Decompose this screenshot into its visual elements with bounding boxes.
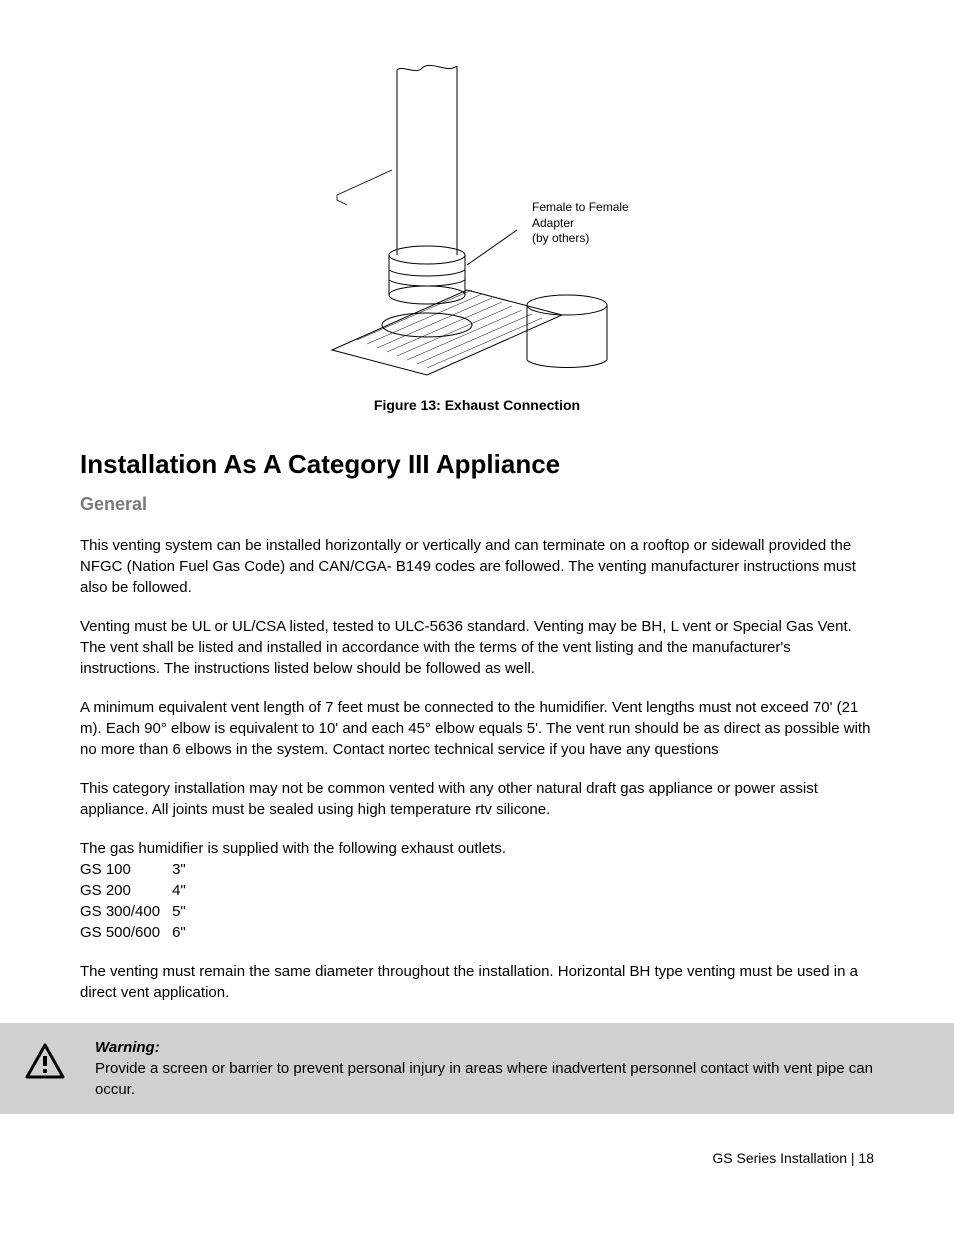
outlet-size: 3" [172,859,198,880]
page-heading: Installation As A Category III Appliance [80,446,874,482]
figure-block: Female to Female Adapter (by others) Fig… [80,60,874,416]
body-paragraph: This category installation may not be co… [80,778,874,820]
outlet-size: 6" [172,922,198,943]
section-subheading: General [80,492,874,517]
outlet-size: 5" [172,901,198,922]
figure-caption: Figure 13: Exhaust Connection [80,396,874,416]
warning-body: Provide a screen or barrier to prevent p… [95,1060,873,1098]
table-row: GS 500/6006" [80,922,198,943]
warning-icon [25,1037,65,1085]
outlet-model: GS 300/400 [80,901,172,922]
table-row: GS 2004" [80,880,198,901]
warning-title: Warning: [95,1039,160,1056]
outlet-model: GS 100 [80,859,172,880]
diagram-label: Female to Female Adapter (by others) [532,200,629,247]
table-row: GS 300/4005" [80,901,198,922]
exhaust-outlets-table: GS 1003" GS 2004" GS 300/4005" GS 500/60… [80,859,198,943]
diagram-label-line3: (by others) [532,231,589,245]
outlet-model: GS 500/600 [80,922,172,943]
warning-text: Warning: Provide a screen or barrier to … [95,1037,874,1100]
outlet-model: GS 200 [80,880,172,901]
body-paragraph: The venting must remain the same diamete… [80,961,874,1003]
diagram-label-line2: Adapter [532,216,574,230]
table-row: GS 1003" [80,859,198,880]
body-paragraph: Venting must be UL or UL/CSA listed, tes… [80,616,874,679]
body-paragraph: This venting system can be installed hor… [80,535,874,598]
warning-callout: Warning: Provide a screen or barrier to … [0,1023,954,1114]
body-paragraph: The gas humidifier is supplied with the … [80,838,874,859]
outlet-size: 4" [172,880,198,901]
body-paragraph: A minimum equivalent vent length of 7 fe… [80,697,874,760]
diagram-label-line1: Female to Female [532,200,629,214]
page-footer: GS Series Installation | 18 [80,1149,874,1169]
